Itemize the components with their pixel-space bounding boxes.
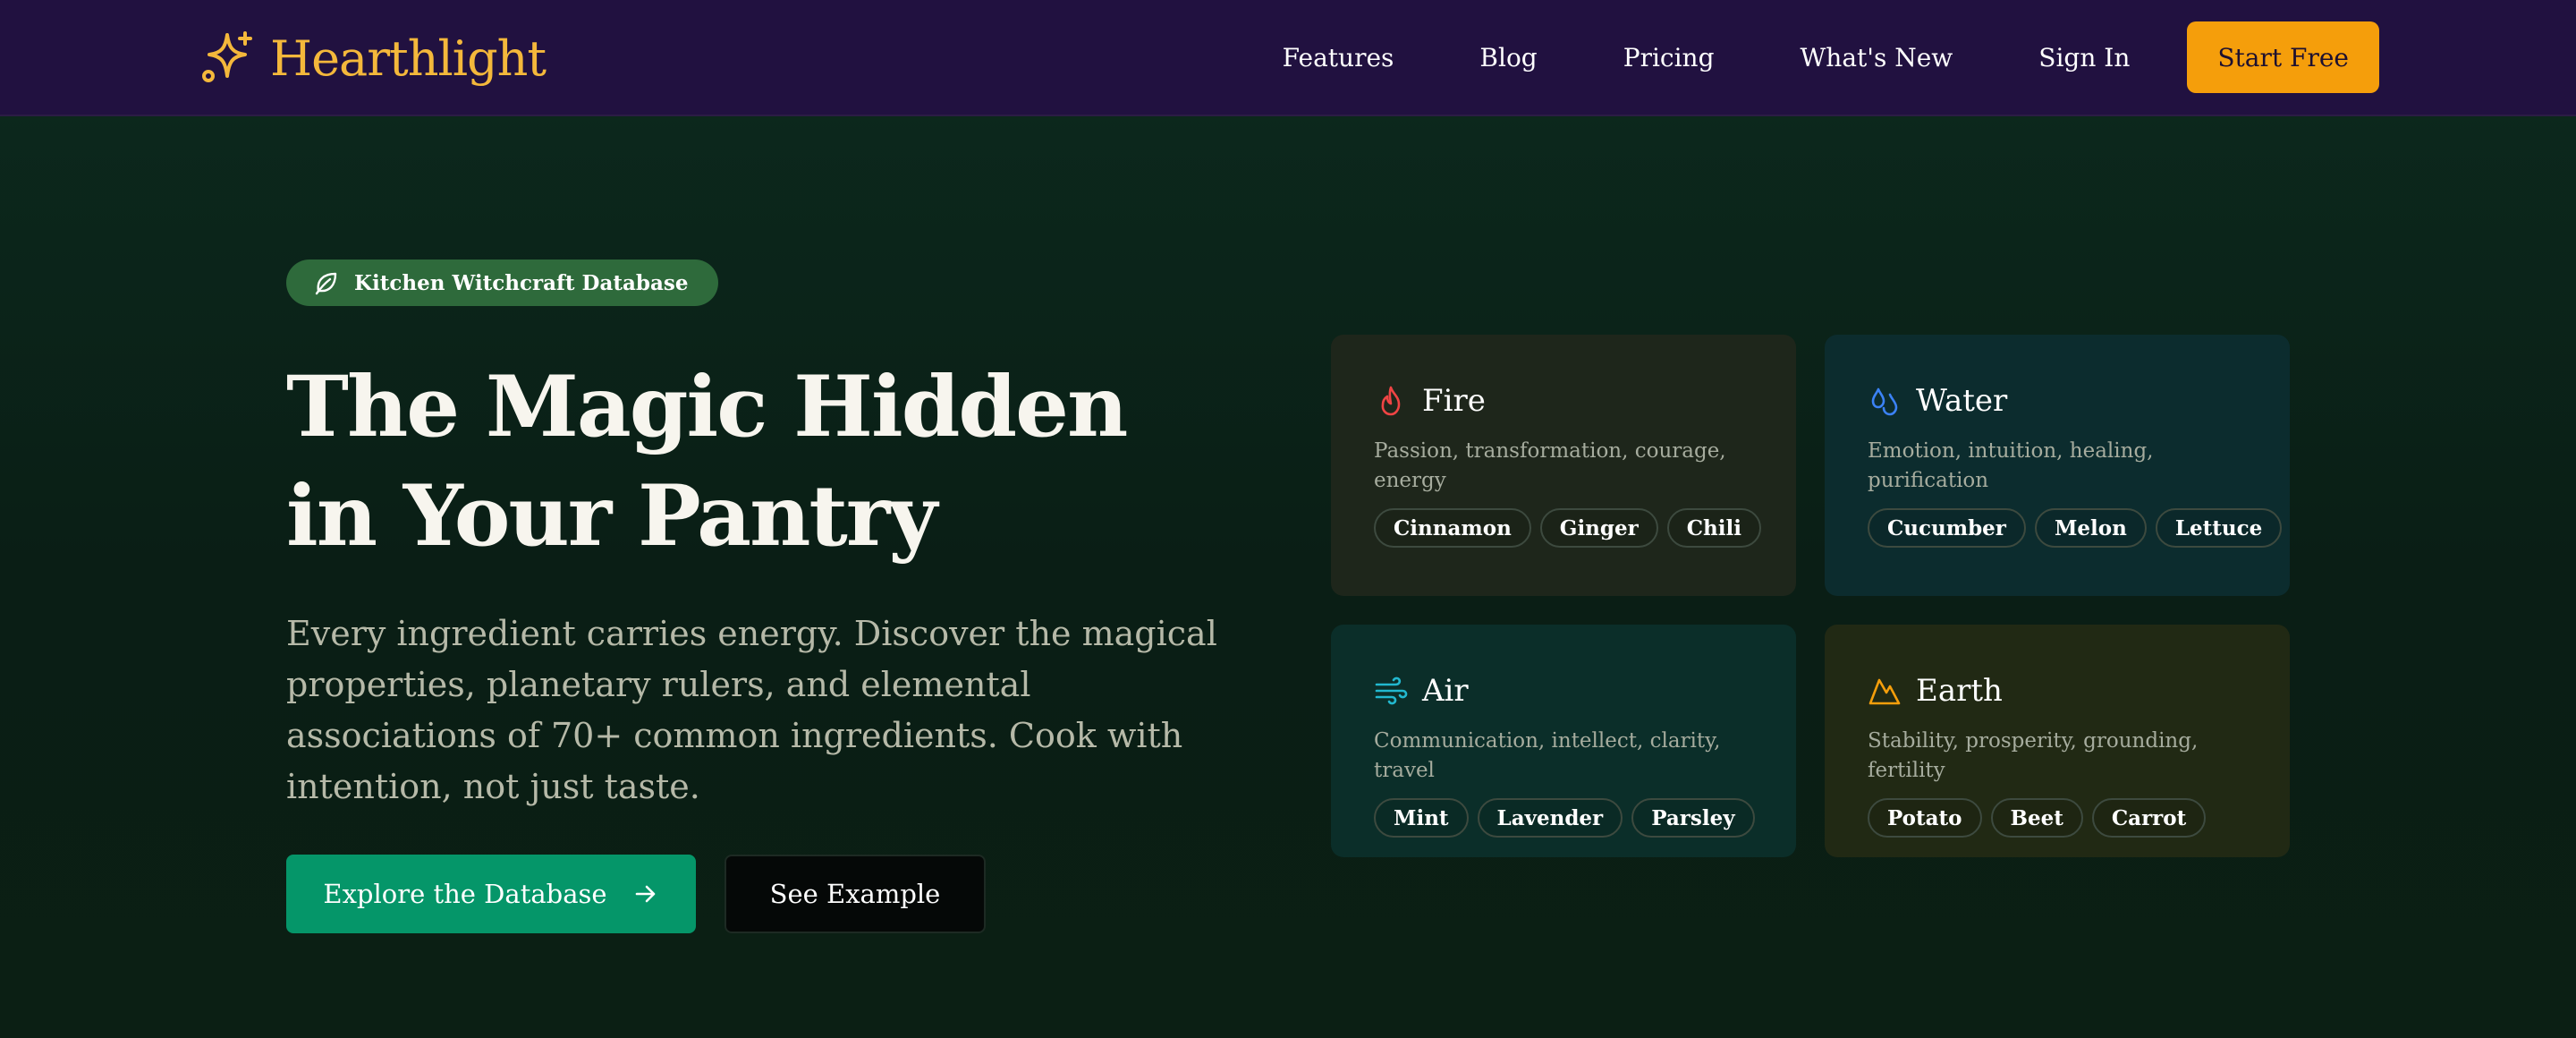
arrow-right-icon — [635, 885, 655, 903]
see-example-button[interactable]: See Example — [724, 855, 986, 933]
mountain-icon — [1868, 678, 1901, 705]
card-header: Earth — [1868, 671, 2247, 710]
sparkles-icon — [202, 31, 252, 82]
explore-database-label: Explore the Database — [323, 879, 607, 909]
card-title: Earth — [1916, 673, 2003, 709]
top-nav: Hearthlight Features Blog Pricing What's… — [0, 0, 2576, 116]
badge-label: Kitchen Witchcraft Database — [354, 270, 689, 295]
hero-subtitle: Every ingredient carries energy. Discove… — [286, 614, 1217, 806]
card-description: Passion, transformation, courage, energy — [1374, 439, 1726, 492]
card-header: Water — [1868, 381, 2247, 421]
see-example-label: See Example — [769, 879, 941, 909]
card-description: Emotion, intuition, healing, purificatio… — [1868, 439, 2154, 492]
nav-link-pricing[interactable]: Pricing — [1623, 43, 1715, 72]
ingredient-tag[interactable]: Lavender — [1477, 798, 1623, 838]
ingredient-tag[interactable]: Lettuce — [2155, 508, 2283, 548]
ingredient-tag[interactable]: Cinnamon — [1374, 508, 1531, 548]
page-title: The Magic Hidden in Your Pantry — [286, 358, 1128, 566]
card-description: Communication, intellect, clarity, trave… — [1374, 729, 1721, 782]
flame-icon — [1381, 386, 1401, 416]
droplets-icon — [1871, 387, 1898, 416]
nav-links: Features Blog Pricing What's New Sign In… — [1283, 21, 2379, 93]
ingredient-tag[interactable]: Ginger — [1539, 508, 1658, 548]
ingredient-tag[interactable]: Potato — [1868, 798, 1982, 838]
brand-name: Hearthlight — [270, 30, 547, 87]
ingredient-tag[interactable]: Cucumber — [1868, 508, 2026, 548]
brand-logo[interactable]: Hearthlight — [200, 27, 547, 89]
ingredient-tag[interactable]: Melon — [2034, 508, 2147, 548]
leaf-icon — [315, 272, 337, 295]
nav-link-sign-in[interactable]: Sign In — [2038, 43, 2130, 72]
page: Hearthlight Features Blog Pricing What's… — [0, 0, 2576, 1038]
category-badge: Kitchen Witchcraft Database — [286, 260, 719, 306]
ingredient-tag[interactable]: Mint — [1374, 798, 1469, 838]
ingredient-tag[interactable]: Beet — [1990, 798, 2083, 838]
tag-list: Mint Lavender Parsley — [1374, 798, 1755, 838]
tag-list: Cucumber Melon Lettuce — [1868, 508, 2283, 548]
ingredient-tag[interactable]: Chili — [1666, 508, 1761, 548]
tag-list: Potato Beet Carrot — [1868, 798, 2247, 838]
card-description: Stability, prosperity, grounding, fertil… — [1868, 729, 2199, 782]
explore-database-button[interactable]: Explore the Database — [286, 855, 696, 933]
element-card-earth[interactable]: Earth Stability, prosperity, grounding, … — [1825, 625, 2290, 857]
wind-icon — [1375, 676, 1408, 705]
card-header: Air — [1374, 671, 1753, 710]
element-card-fire[interactable]: Fire Passion, transformation, courage, e… — [1331, 335, 1796, 596]
card-title: Fire — [1422, 383, 1486, 419]
nav-link-features[interactable]: Features — [1283, 43, 1394, 72]
element-card-water[interactable]: Water Emotion, intuition, healing, purif… — [1825, 335, 2290, 596]
element-card-air[interactable]: Air Communication, intellect, clarity, t… — [1331, 625, 1796, 857]
card-header: Fire — [1374, 381, 1753, 421]
nav-link-whats-new[interactable]: What's New — [1801, 43, 1953, 72]
tag-list: Cinnamon Ginger Chili — [1374, 508, 1761, 548]
card-title: Water — [1916, 383, 2008, 419]
ingredient-tag[interactable]: Parsley — [1631, 798, 1755, 838]
card-title: Air — [1422, 673, 1469, 709]
nav-link-blog[interactable]: Blog — [1479, 43, 1537, 72]
start-free-button[interactable]: Start Free — [2187, 21, 2379, 93]
ingredient-tag[interactable]: Carrot — [2091, 798, 2207, 838]
